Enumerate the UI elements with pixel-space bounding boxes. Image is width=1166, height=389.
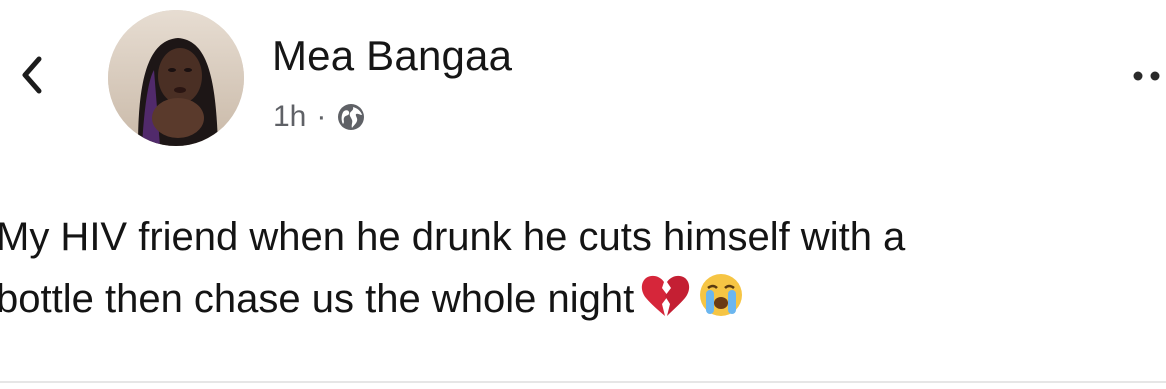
post-text-line-1: My HIV friend when he drunk he cuts hims…: [0, 215, 906, 259]
broken-heart-icon: [642, 275, 690, 316]
post-body: My HIV friend when he drunk he cuts hims…: [0, 206, 1166, 330]
crying-face-icon: [700, 274, 743, 316]
chevron-left-icon: [22, 56, 42, 94]
post-text-line-2-text: bottle then chase us the whole night: [0, 277, 635, 321]
meta-separator: ·: [316, 100, 327, 133]
author-name[interactable]: Mea Bangaa: [272, 32, 512, 80]
more-dots-icon: [1133, 71, 1160, 81]
avatar-photo: [108, 10, 244, 146]
more-options-button[interactable]: [1128, 60, 1166, 90]
post-time[interactable]: 1h: [273, 100, 306, 134]
post-text-line-2: bottle then chase us the whole night: [0, 268, 1166, 330]
divider: [0, 381, 1166, 383]
globe-icon: [338, 104, 365, 130]
back-button[interactable]: [12, 52, 52, 98]
avatar[interactable]: [108, 10, 244, 146]
post-meta: 1h ·: [273, 100, 366, 134]
